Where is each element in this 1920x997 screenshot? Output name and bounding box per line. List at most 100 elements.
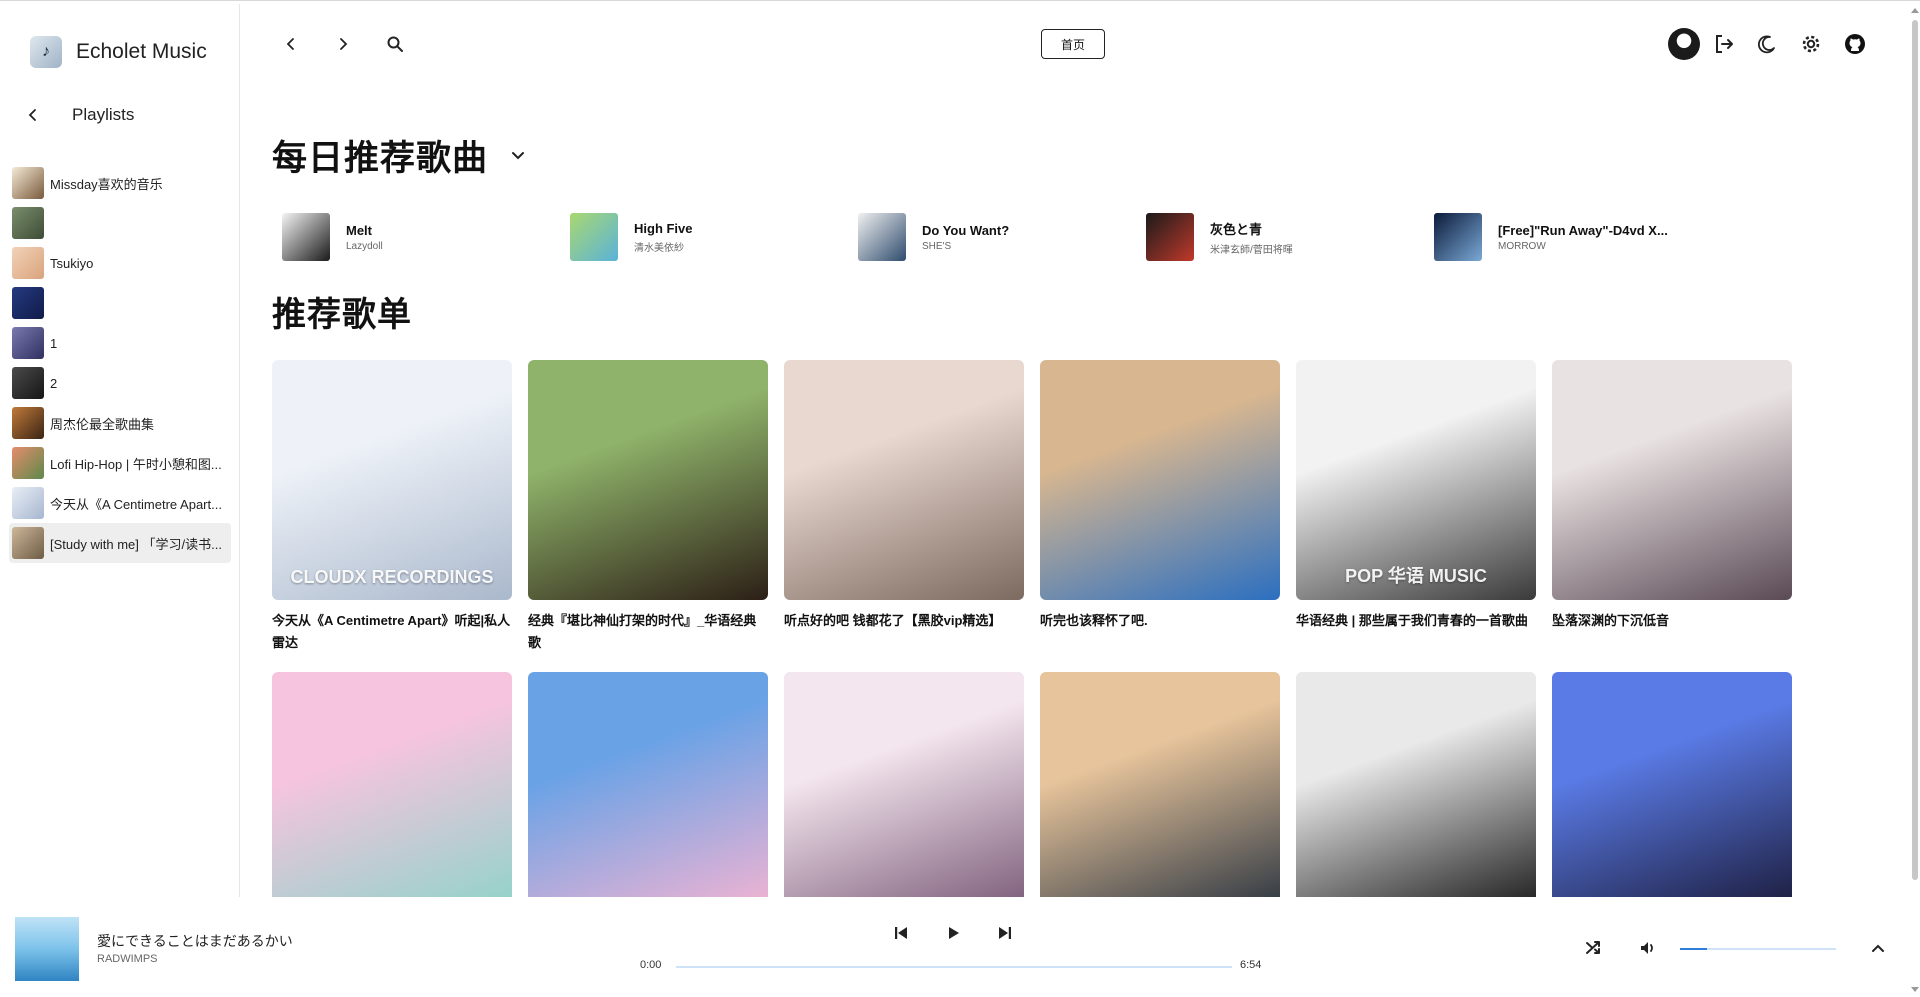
playlist-grid: CLOUDX RECORDINGS 今天从《A Centimetre Apart》… — [272, 360, 1792, 897]
playlist-card[interactable] — [1040, 672, 1280, 897]
playlist-cover — [1040, 672, 1280, 897]
brand[interactable]: ♪ Echolet Music — [30, 36, 207, 68]
sidebar-playlist-item[interactable]: 周杰伦最全歌曲集 — [9, 403, 231, 443]
shuffle-icon[interactable] — [1580, 934, 1608, 962]
playlist-cover — [784, 672, 1024, 897]
playlist-name: Missday喜欢的音乐 — [50, 176, 163, 192]
sidebar-playlist-item[interactable]: Tsukiyo — [9, 243, 231, 283]
playlist-cover — [784, 360, 1024, 600]
playlist-card-title: 听点好的吧 钱都花了【黑胶vip精选】 — [784, 613, 1002, 628]
sidebar-playlist-item[interactable] — [9, 283, 231, 323]
playlist-cover — [1552, 360, 1792, 600]
current-time: 0:00 — [640, 959, 662, 971]
expand-up-icon[interactable] — [1864, 934, 1892, 962]
app-title: Echolet Music — [76, 40, 207, 63]
playlist-card-title: 听完也该释怀了吧. — [1040, 613, 1148, 628]
song-text: Do You Want? SHE'S — [922, 223, 1009, 252]
playlist-card[interactable]: 坠落深渊的下沉低音 — [1552, 360, 1792, 654]
playlist-thumbnail — [12, 327, 44, 359]
daily-song[interactable]: 灰色と青 米津玄師/菅田将暉 — [1146, 213, 1434, 261]
collapse-back-icon[interactable] — [22, 104, 44, 126]
daily-song[interactable]: Do You Want? SHE'S — [858, 213, 1146, 261]
playlist-card[interactable] — [528, 672, 768, 897]
playlist-card[interactable]: POP 华语 MUSIC 华语经典 | 那些属于我们青春的一首歌曲 — [1296, 360, 1536, 654]
song-artist: Lazydoll — [346, 240, 383, 252]
daily-song[interactable]: Melt Lazydoll — [282, 213, 570, 261]
song-title: 灰色と青 — [1210, 221, 1263, 237]
playlist-card[interactable] — [272, 672, 512, 897]
chevron-down-icon[interactable] — [506, 144, 530, 168]
playlist-cover — [1040, 360, 1280, 600]
now-playing-title[interactable]: 愛にできることはまだあるかい — [97, 931, 293, 951]
cover-overlay-text: POP 华语 MUSIC — [1345, 566, 1487, 586]
playlist-card-title: 今天从《A Centimetre Apart》听起|私人雷达 — [272, 613, 511, 650]
playlist-card[interactable] — [1552, 672, 1792, 897]
now-playing-artist[interactable]: RADWIMPS — [97, 953, 158, 965]
playlist-thumbnail — [12, 367, 44, 399]
scrollbar[interactable] — [1908, 4, 1920, 997]
playlist-name: 今天从《A Centimetre Apart... — [50, 496, 222, 512]
sidebar-playlist-item[interactable] — [9, 203, 231, 243]
playlist-name: [Study with me] 「学习/读书... — [50, 536, 222, 552]
song-text: 灰色と青 米津玄師/菅田将暉 — [1210, 219, 1293, 256]
playlist-name: Lofi Hip-Hop | 午时小憩和图... — [50, 456, 222, 472]
recommended-title: 推荐歌单 — [272, 296, 412, 334]
sidebar-playlist-item[interactable]: 今天从《A Centimetre Apart... — [9, 483, 231, 523]
daily-title: 每日推荐歌曲 — [272, 139, 489, 178]
playlist-thumbnail — [12, 287, 44, 319]
daily-header: 每日推荐歌曲 — [272, 130, 530, 181]
progress-bar[interactable] — [676, 966, 1232, 968]
playlist-thumbnail — [12, 167, 44, 199]
song-text: [Free]"Run Away"-D4vd X... MORROW — [1498, 223, 1668, 252]
sidebar-playlist-item[interactable]: 1 — [9, 323, 231, 363]
daily-song[interactable]: High Five 清水美依紗 — [570, 213, 858, 261]
playlist-thumbnail — [12, 247, 44, 279]
song-title: Melt — [346, 222, 372, 238]
play-icon[interactable] — [939, 919, 967, 947]
sidebar: ♪ Echolet Music Playlists Missday喜欢的音乐 Ts… — [0, 4, 240, 897]
volume-fill — [1680, 948, 1707, 950]
song-title: [Free]"Run Away"-D4vd X... — [1498, 222, 1668, 238]
song-artist: SHE'S — [922, 240, 952, 252]
now-playing-cover[interactable] — [15, 917, 79, 981]
main-content: 每日推荐歌曲 Melt Lazydoll High Five 清水美依紗 Do You … — [240, 4, 1908, 897]
playlist-card[interactable]: 经典『堪比神仙打架的时代』_华语经典歌 — [528, 360, 768, 654]
song-text: Melt Lazydoll — [346, 223, 383, 252]
daily-song[interactable]: [Free]"Run Away"-D4vd X... MORROW — [1434, 213, 1722, 261]
playlist-card[interactable]: 听完也该释怀了吧. — [1040, 360, 1280, 654]
scroll-up-arrow-icon[interactable] — [1911, 8, 1919, 13]
sidebar-playlist-item[interactable]: 2 — [9, 363, 231, 403]
next-track-icon[interactable] — [991, 919, 1019, 947]
playlist-thumbnail — [12, 207, 44, 239]
playlist-card[interactable]: CLOUDX RECORDINGS 今天从《A Centimetre Apart》… — [272, 360, 512, 654]
sidebar-playlist-item[interactable]: [Study with me] 「学习/读书... — [9, 523, 231, 563]
song-text: High Five 清水美依紗 — [634, 221, 693, 254]
song-title: Do You Want? — [922, 222, 1010, 238]
playlist-card[interactable]: 听点好的吧 钱都花了【黑胶vip精选】 — [784, 360, 1024, 654]
song-cover — [1434, 213, 1482, 261]
playlist-cover — [1296, 672, 1536, 897]
playlist-list: Missday喜欢的音乐 Tsukiyo 1 2 周杰伦最全歌曲集 Lofi Hip-Ho… — [9, 163, 231, 563]
playlist-thumbnail — [12, 407, 44, 439]
scrollbar-thumb[interactable] — [1912, 20, 1918, 880]
song-cover — [282, 213, 330, 261]
sidebar-playlist-item[interactable]: Missday喜欢的音乐 — [9, 163, 231, 203]
cover-overlay-text: CLOUDX RECORDINGS — [290, 567, 494, 587]
app-logo-icon: ♪ — [30, 36, 62, 68]
scroll-down-arrow-icon[interactable] — [1911, 987, 1919, 992]
playlist-cover: POP 华语 MUSIC — [1296, 360, 1536, 600]
playlists-title: Playlists — [72, 105, 135, 124]
playlist-card[interactable] — [1296, 672, 1536, 897]
volume-slider[interactable] — [1680, 948, 1836, 950]
previous-track-icon[interactable] — [887, 919, 915, 947]
song-artist: MORROW — [1498, 240, 1546, 252]
playlist-cover: CLOUDX RECORDINGS — [272, 360, 512, 600]
daily-songs: Melt Lazydoll High Five 清水美依紗 Do You Want? SH… — [282, 213, 1722, 261]
sidebar-playlist-item[interactable]: Lofi Hip-Hop | 午时小憩和图... — [9, 443, 231, 483]
player-bar: 愛にできることはまだあるかい RADWIMPS 0:00 6:54 — [0, 897, 1908, 997]
volume-icon[interactable] — [1634, 934, 1662, 962]
playlist-card[interactable] — [784, 672, 1024, 897]
playlists-header: Playlists — [22, 104, 134, 126]
playlist-card-title: 经典『堪比神仙打架的时代』_华语经典歌 — [528, 613, 757, 650]
playlist-thumbnail — [12, 487, 44, 519]
